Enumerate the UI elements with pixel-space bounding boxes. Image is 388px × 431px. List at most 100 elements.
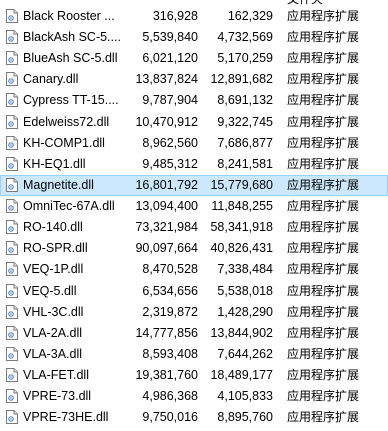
file-name: VPRE-73HE.dll (23, 410, 109, 425)
file-size-a: 5,539,840 (142, 30, 198, 45)
file-size-a: 4,986,368 (142, 389, 198, 404)
file-name: VLA-FET.dll (23, 368, 89, 383)
file-type: 应用程序扩展 (287, 325, 360, 340)
dll-file-icon (6, 114, 18, 129)
file-size-a: 16,801,792 (135, 177, 198, 192)
file-size-b: 18,489,177 (210, 368, 273, 383)
dll-file-icon (6, 199, 18, 214)
dll-file-icon (6, 9, 18, 23)
dll-file-icon (6, 241, 18, 256)
file-size-b: 58,341,918 (210, 220, 273, 235)
file-type: 应用程序扩展 (287, 199, 360, 214)
file-name: RO-140.dll (23, 220, 83, 235)
file-size-a: 73,321,984 (135, 220, 198, 235)
file-name: BlueAsh SC-5.dll (23, 51, 118, 66)
file-size-b: 12,891,682 (210, 72, 273, 87)
file-size-a: 90,097,664 (135, 241, 198, 256)
file-row[interactable]: RO-140.dll 73,321,984 58,341,918 应用程序扩展 (0, 217, 388, 238)
file-name: BlackAsh SC-5.... (23, 30, 121, 45)
file-size-b: 5,538,018 (217, 283, 273, 298)
file-type: 应用程序扩展 (287, 389, 360, 404)
file-size-b: 13,844,902 (210, 325, 273, 340)
file-size-a: 6,534,656 (142, 283, 198, 298)
dll-file-icon (6, 93, 18, 108)
file-size-b: 8,241,581 (217, 156, 273, 171)
file-size-b: 15,779,680 (210, 177, 273, 192)
dll-file-icon (6, 283, 18, 298)
file-list: 文件夹 Black Rooster ...316,928162,329应用程序扩… (0, 0, 388, 431)
file-size-a: 8,593,408 (142, 346, 198, 361)
file-name: Canary.dll (23, 72, 79, 87)
file-type: 应用程序扩展 (287, 241, 360, 256)
file-type: 应用程序扩展 (287, 346, 360, 361)
file-size-b: 9,322,745 (217, 114, 273, 129)
file-size-b: 7,644,262 (217, 346, 273, 361)
file-name: Edelweiss72.dll (23, 114, 110, 129)
file-row[interactable]: BlackAsh SC-5.... 5,539,840 4,732,569 应用程序扩… (0, 27, 388, 48)
file-size-a: 2,319,872 (142, 304, 198, 319)
dll-file-icon (6, 135, 18, 150)
file-size-a: 316,928 (152, 9, 198, 23)
file-type: 应用程序扩展 (287, 51, 360, 66)
file-row[interactable]: VPRE-73HE.dll 9,750,016 8,895,760 应用程序扩展 (0, 407, 388, 428)
file-name: KH-COMP1.dll (23, 135, 105, 150)
dll-file-icon (6, 30, 18, 45)
file-name: VLA-2A.dll (23, 325, 83, 340)
file-type: 应用程序扩展 (287, 114, 360, 129)
file-type: 应用程序扩展 (287, 177, 360, 192)
file-size-a: 13,837,824 (135, 72, 198, 87)
file-name: VEQ-1P.dll (23, 262, 84, 277)
file-row[interactable]: Canary.dll 13,837,824 12,891,682 应用程序扩展 (0, 69, 388, 90)
file-size-a: 9,750,016 (142, 410, 198, 425)
file-name: VHL-3C.dll (23, 304, 84, 319)
file-size-b: 4,105,833 (217, 389, 273, 404)
file-type: 应用程序扩展 (287, 135, 360, 150)
dll-file-icon (6, 220, 18, 235)
file-row[interactable]: VHL-3C.dll 2,319,872 1,428,290 应用程序扩展 (0, 302, 388, 323)
file-size-b: 7,686,877 (217, 135, 273, 150)
file-type: 应用程序扩展 (287, 220, 360, 235)
file-type: 应用程序扩展 (287, 410, 360, 425)
file-row[interactable]: RO-SPR.dll 90,097,664 40,826,431 应用程序扩展 (0, 238, 388, 259)
file-type: 应用程序扩展 (287, 72, 360, 87)
file-row[interactable]: VEQ-5.dll 6,534,656 5,538,018 应用程序扩展 (0, 281, 388, 302)
file-size-b: 7,338,484 (217, 262, 273, 277)
file-row[interactable]: KH-EQ1.dll 9,485,312 8,241,581 应用程序扩展 (0, 154, 388, 175)
file-row[interactable]: VLA-2A.dll 14,777,856 13,844,902 应用程序扩展 (0, 323, 388, 344)
file-size-a: 8,470,528 (142, 262, 198, 277)
file-size-a: 6,021,120 (142, 51, 198, 66)
file-size-b: 8,691,132 (217, 93, 273, 108)
dll-file-icon (6, 177, 18, 192)
file-row[interactable]: KH-COMP1.dll 8,962,560 7,686,877 应用程序扩展 (0, 133, 388, 154)
file-row[interactable]: Cypress TT-15.... 9,787,904 8,691,132 应用程序扩… (0, 90, 388, 111)
file-row[interactable]: BlueAsh SC-5.dll 6,021,120 5,170,259 应用程序扩展 (0, 48, 388, 69)
file-row[interactable]: Magnetite.dll 16,801,792 15,779,680 应用程序扩展 (0, 174, 388, 196)
dll-file-icon (6, 346, 18, 361)
file-type: 应用程序扩展 (287, 368, 360, 383)
file-row[interactable]: VEQ-1P.dll 8,470,528 7,338,484 应用程序扩展 (0, 259, 388, 280)
dll-file-icon (6, 304, 18, 319)
file-type: 应用程序扩展 (287, 93, 360, 108)
file-size-a: 14,777,856 (135, 325, 198, 340)
file-type: 应用程序扩展 (287, 156, 360, 171)
file-row[interactable]: OmniTec-67A.dll 13,094,400 11,848,255 应用程序扩… (0, 196, 388, 217)
file-size-a: 19,381,760 (135, 368, 198, 383)
file-type: 应用程序扩展 (287, 304, 360, 319)
file-size-b: 11,848,255 (211, 199, 273, 214)
file-row[interactable]: VPRE-73.dll 4,986,368 4,105,833 应用程序扩展 (0, 386, 388, 407)
file-row[interactable]: Edelweiss72.dll 10,470,912 9,322,745 应用程序扩展 (0, 112, 388, 133)
file-size-a: 9,787,904 (142, 93, 198, 108)
file-size-a: 9,485,312 (142, 156, 198, 171)
file-row[interactable]: VLA-3A.dll 8,593,408 7,644,262 应用程序扩展 (0, 344, 388, 365)
file-name: KH-EQ1.dll (23, 156, 86, 171)
dll-file-icon (6, 51, 18, 66)
file-size-b: 1,428,290 (217, 304, 273, 319)
file-row[interactable]: VLA-FET.dll 19,381,760 18,489,177 应用程序扩展 (0, 365, 388, 386)
file-name: Magnetite.dll (23, 177, 94, 192)
dll-file-icon (6, 325, 18, 340)
file-name: RO-SPR.dll (23, 241, 88, 256)
file-size-b: 40,826,431 (210, 241, 273, 256)
file-row[interactable]: Black Rooster ... 316,928 162,329 应用程序扩展 (0, 6, 388, 27)
file-type: 应用程序扩展 (287, 30, 360, 45)
file-size-b: 4,732,569 (217, 30, 273, 45)
